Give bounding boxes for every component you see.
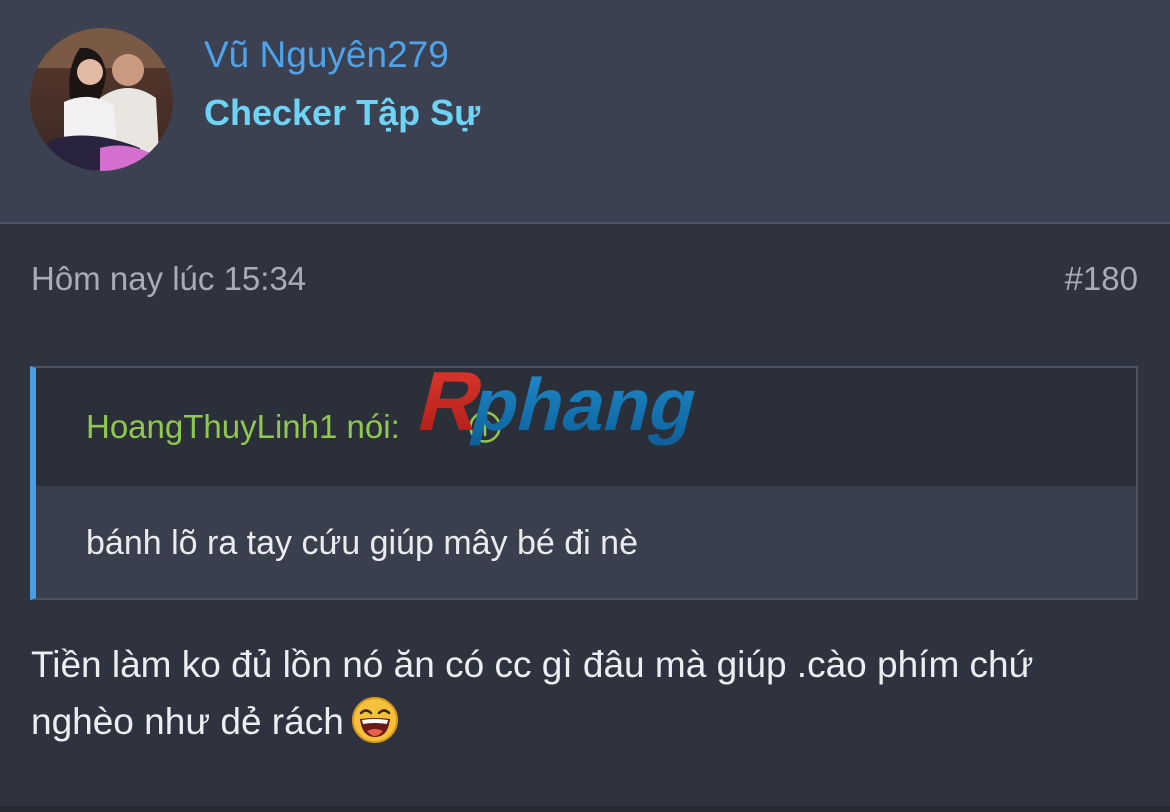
post-message-text: Tiền làm ko đủ lồn nó ăn có cc gì đâu mà…	[31, 644, 1034, 742]
avatar-photo	[30, 28, 173, 171]
quote-text: bánh lõ ra tay cứu giúp mây bé đi nè	[86, 524, 638, 562]
avatar[interactable]	[30, 28, 173, 171]
post-divider	[0, 806, 1170, 812]
quote-block: HoangThuyLinh1 nói: bánh lõ ra tay cứu g…	[30, 366, 1138, 600]
user-title-badge: Checker Tập Sự	[204, 92, 481, 133]
arrow-up-circle-icon[interactable]	[468, 410, 502, 444]
quote-said-label: nói:	[346, 408, 400, 445]
quote-header[interactable]: HoangThuyLinh1 nói:	[36, 368, 1136, 486]
post-timestamp[interactable]: Hôm nay lúc 15:34	[31, 260, 306, 298]
laughing-emoji-icon	[351, 697, 398, 744]
username-link[interactable]: Vũ Nguyên279	[204, 34, 449, 76]
post-message: Tiền làm ko đủ lồn nó ăn có cc gì đâu mà…	[31, 636, 1141, 750]
quote-author-name[interactable]: HoangThuyLinh1	[86, 408, 337, 445]
quote-attribution[interactable]: HoangThuyLinh1 nói:	[86, 408, 400, 446]
post-number-link[interactable]: #180	[1065, 260, 1138, 298]
user-header: Vũ Nguyên279 Checker Tập Sự	[0, 0, 1170, 224]
